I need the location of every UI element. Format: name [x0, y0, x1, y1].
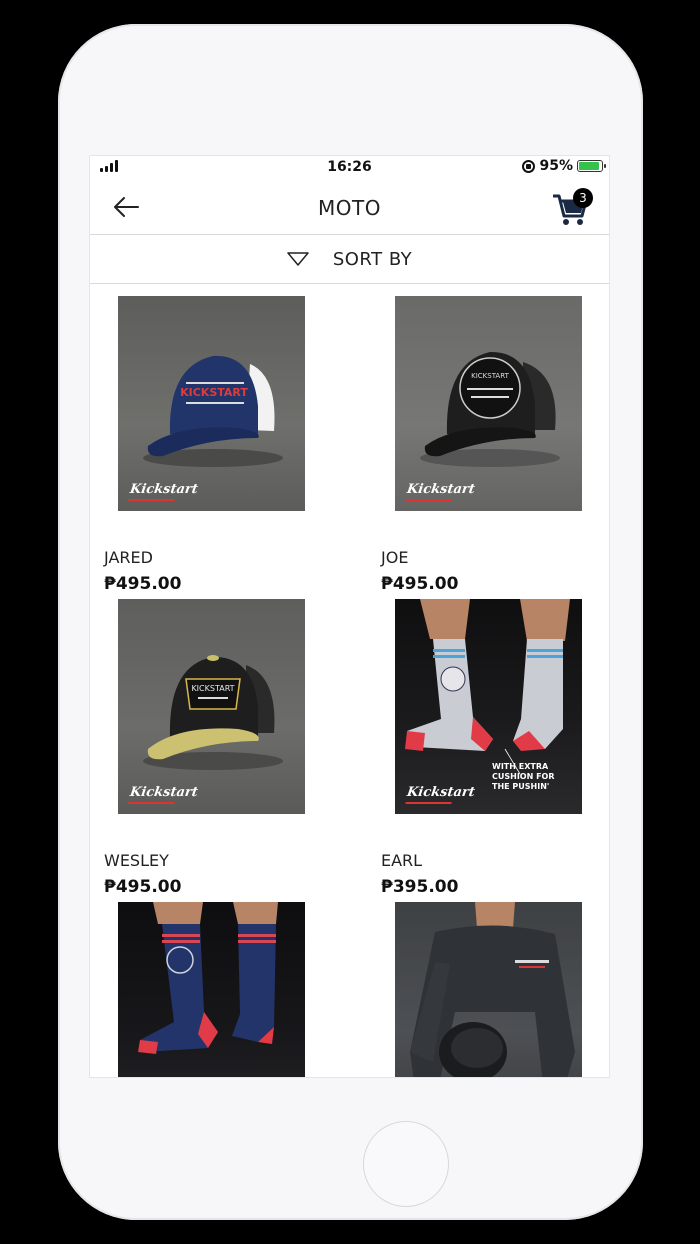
product-image[interactable]: Kickstart WITH EXTRA CUSHION FOR THE PUS… [395, 599, 582, 814]
cap-logo-text: KICKSTART [471, 372, 509, 380]
status-right: 95% [522, 158, 606, 174]
brand-logo: Kickstart [405, 785, 476, 800]
page-title: MOTO [318, 196, 381, 220]
socks-illustration [138, 902, 278, 1054]
product-price: ₱395.00 [381, 877, 459, 897]
product-price: ₱495.00 [104, 574, 182, 594]
home-button[interactable] [363, 1121, 449, 1207]
product-image[interactable]: KICKSTART Kickstart [118, 296, 305, 511]
cap-illustration: KICKSTART [143, 655, 283, 770]
product-image[interactable] [118, 902, 305, 1077]
promo-text: WITH EXTRA CUSHION FOR THE PUSHIN' [492, 762, 555, 791]
product-price: ₱495.00 [381, 574, 459, 594]
brand-logo: Kickstart [405, 482, 476, 497]
brand-logo: Kickstart [128, 482, 199, 497]
cart-button[interactable]: 3 [551, 188, 595, 228]
sort-by-label: SORT BY [332, 248, 413, 270]
sort-by-button[interactable]: SORT BY [90, 234, 609, 284]
header: MOTO 3 [90, 182, 609, 234]
app-screen: 16:26 95% MOTO 3 SORT BY KICKSTART Kicks… [89, 155, 610, 1078]
rotation-lock-icon [522, 159, 536, 173]
cap-illustration: KICKSTART [143, 355, 283, 467]
battery-icon [577, 160, 606, 172]
cart-count-badge: 3 [573, 188, 593, 208]
product-name: JARED [104, 548, 153, 567]
status-bar: 16:26 95% [90, 156, 609, 180]
product-price: ₱495.00 [104, 877, 182, 897]
product-image[interactable] [395, 902, 582, 1077]
product-name: JOE [381, 548, 409, 567]
triangle-down-icon [287, 252, 309, 266]
product-name: EARL [381, 851, 423, 870]
product-image[interactable]: KICKSTART Kickstart [118, 599, 305, 814]
cap-illustration: KICKSTART [420, 351, 560, 467]
product-name: WESLEY [104, 851, 169, 870]
battery-percent: 95% [539, 158, 573, 174]
brand-logo: Kickstart [128, 785, 199, 800]
cap-logo-text: KICKSTART [180, 386, 248, 399]
cap-logo-text: KICKSTART [191, 684, 234, 693]
product-image[interactable]: KICKSTART Kickstart [395, 296, 582, 511]
shirt-illustration [410, 902, 575, 1077]
